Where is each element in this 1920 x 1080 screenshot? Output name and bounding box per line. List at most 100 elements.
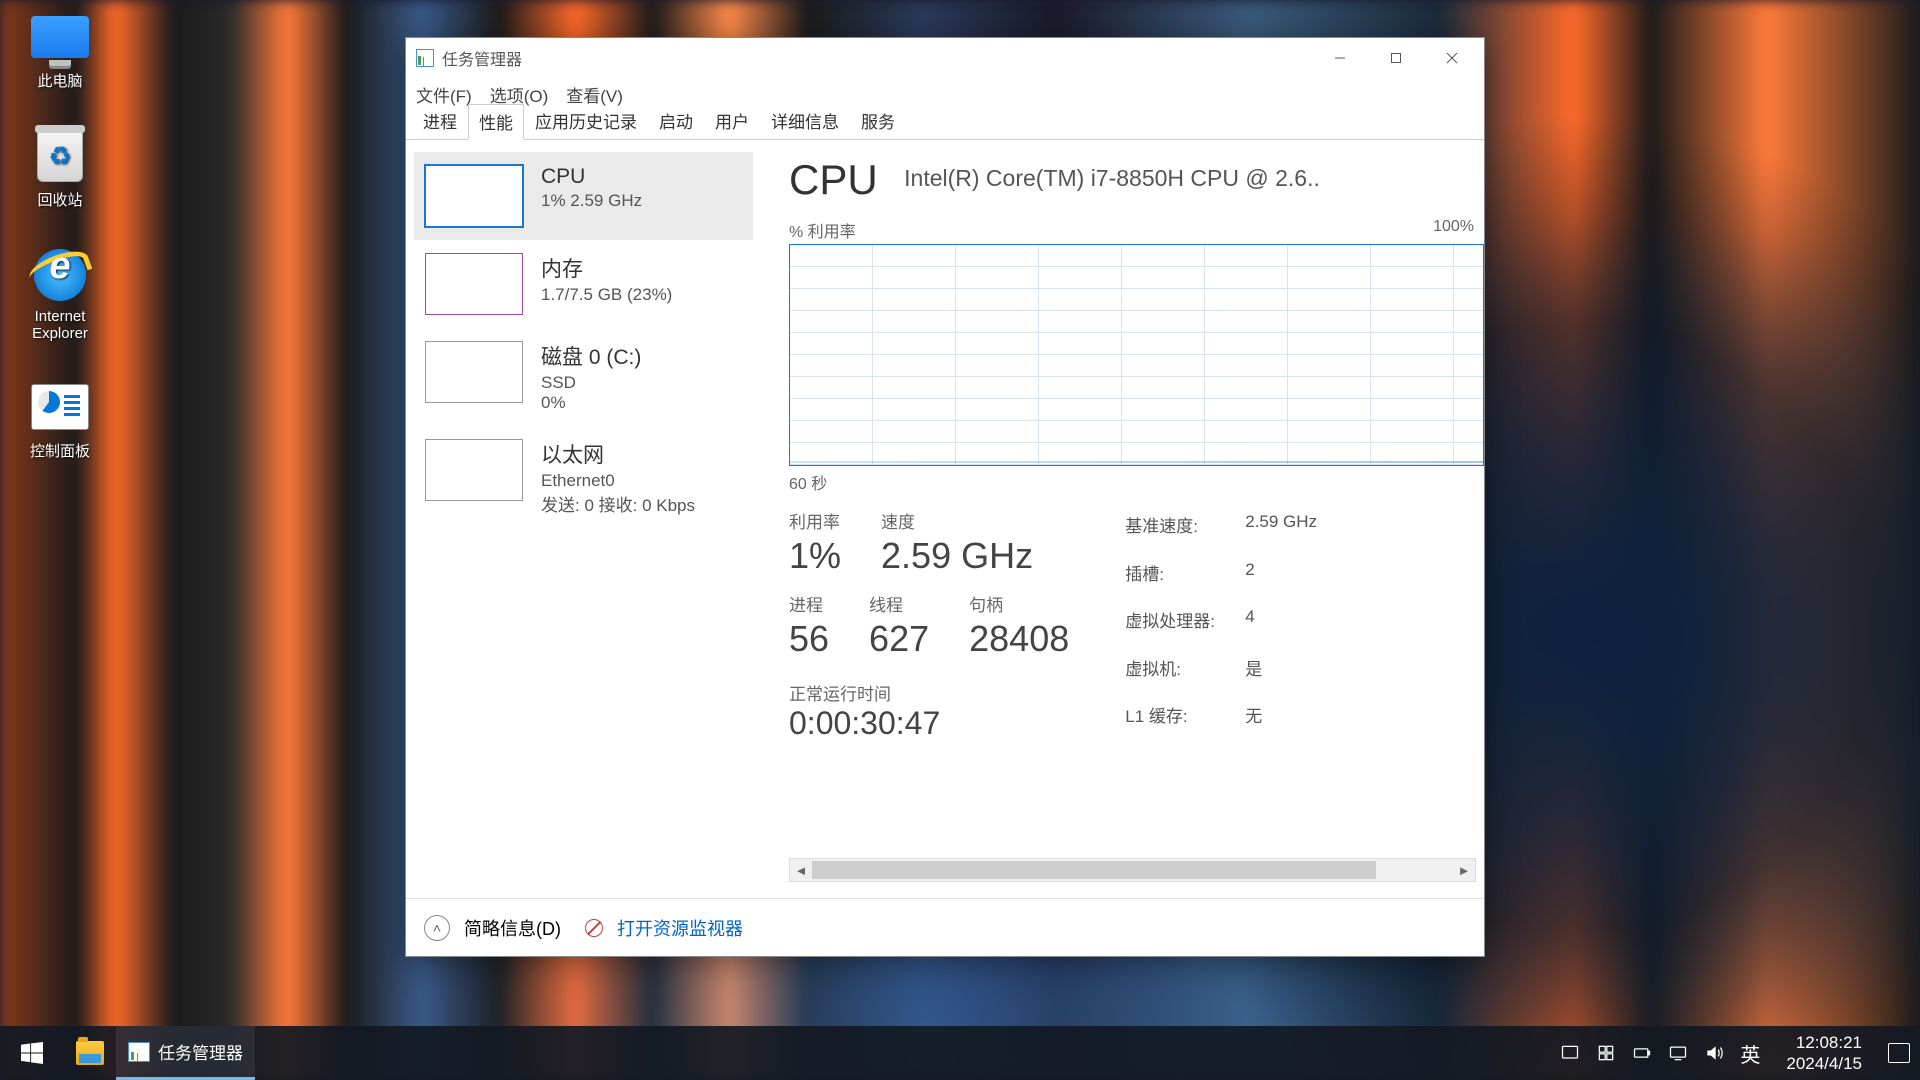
- system-tray: 英 12:08:21 2024/4/15: [1550, 1026, 1920, 1080]
- sidebar-item-ethernet[interactable]: 以太网 Ethernet0 发送: 0 接收: 0 Kbps: [414, 426, 753, 529]
- logical-processors-label: 虚拟处理器:: [1125, 607, 1245, 647]
- chart-x-label: 60 秒: [789, 470, 1484, 494]
- sidebar-item-subtitle: 1.7/7.5 GB (23%): [541, 285, 672, 305]
- tab-app-history[interactable]: 应用历史记录: [524, 103, 648, 139]
- tab-details[interactable]: 详细信息: [760, 103, 850, 139]
- base-speed-value: 2.59 GHz: [1245, 512, 1355, 552]
- handles-value: 28408: [969, 618, 1069, 660]
- titlebar[interactable]: 任务管理器: [406, 38, 1484, 78]
- window-footer: ˄ 简略信息(D) 打开资源监视器: [406, 898, 1484, 956]
- clock-time: 12:08:21: [1786, 1032, 1862, 1053]
- virtual-machine-label: 虚拟机:: [1125, 655, 1245, 695]
- file-explorer-icon: [76, 1041, 104, 1065]
- speed-label: 速度: [881, 508, 1033, 533]
- volume-icon[interactable]: [1704, 1043, 1724, 1063]
- cpu-model-name: Intel(R) Core(TM) i7-8850H CPU @ 2.6..: [904, 165, 1320, 191]
- chevron-up-icon: ˄: [433, 920, 441, 936]
- sidebar-item-cpu[interactable]: CPU 1% 2.59 GHz: [414, 152, 753, 240]
- scrollbar-thumb[interactable]: [812, 861, 1376, 879]
- logical-processors-value: 4: [1245, 607, 1355, 647]
- taskbar-clock[interactable]: 12:08:21 2024/4/15: [1776, 1032, 1872, 1075]
- sidebar-item-subtitle: Ethernet0: [541, 471, 695, 491]
- maximize-button[interactable]: [1368, 38, 1424, 78]
- window-title: 任务管理器: [442, 46, 522, 70]
- taskbar: 任务管理器 英 12:08:21 2024/4/15: [0, 1026, 1920, 1080]
- control-panel-icon: [31, 384, 89, 430]
- tab-users[interactable]: 用户: [704, 103, 760, 139]
- sidebar-item-title: 磁盘 0 (C:): [541, 341, 641, 371]
- desktop-icon-label: Internet Explorer: [10, 308, 110, 342]
- l1-cache-label: L1 缓存:: [1125, 702, 1245, 742]
- fewer-details-label[interactable]: 简略信息(D): [464, 915, 561, 941]
- scroll-right-icon[interactable]: ►: [1453, 863, 1475, 878]
- uptime-value: 0:00:30:47: [789, 705, 1069, 742]
- desktop-icon-label: 控制面板: [10, 440, 110, 461]
- scroll-left-icon[interactable]: ◄: [790, 863, 812, 878]
- virtual-machine-value: 是: [1245, 655, 1355, 695]
- minimize-icon: [1334, 52, 1346, 64]
- cpu-heading: CPU: [789, 156, 878, 204]
- utilization-label: 利用率: [789, 508, 841, 533]
- tab-processes[interactable]: 进程: [412, 103, 468, 139]
- close-button[interactable]: [1424, 38, 1480, 78]
- sidebar-item-subtitle2: 0%: [541, 393, 641, 413]
- task-manager-window: 任务管理器 文件(F) 选项(O) 查看(V) 进程 性能 应用历史记录 启动 …: [405, 37, 1485, 957]
- resource-monitor-icon: [585, 919, 603, 937]
- open-resource-monitor-link[interactable]: 打开资源监视器: [617, 915, 743, 941]
- disk-thumbnail: [425, 341, 523, 403]
- threads-label: 线程: [869, 591, 929, 616]
- taskbar-task-manager[interactable]: 任务管理器: [116, 1026, 255, 1080]
- chart-y-label: % 利用率: [789, 218, 856, 242]
- threads-value: 627: [869, 618, 929, 660]
- taskbar-file-explorer[interactable]: [64, 1026, 116, 1080]
- desktop-icon-recycle-bin[interactable]: 回收站: [10, 129, 110, 210]
- speed-value: 2.59 GHz: [881, 535, 1033, 577]
- processes-value: 56: [789, 618, 829, 660]
- sidebar-item-subtitle: 1% 2.59 GHz: [541, 191, 642, 211]
- sidebar-item-title: 以太网: [541, 439, 695, 469]
- chart-y-max: 100%: [1433, 218, 1474, 242]
- taskbar-item-label: 任务管理器: [158, 1039, 243, 1064]
- cpu-usage-chart: [789, 244, 1484, 466]
- tray-security-icon[interactable]: [1596, 1043, 1616, 1063]
- tray-app-icon[interactable]: [1560, 1043, 1580, 1063]
- ime-indicator[interactable]: 英: [1740, 1039, 1760, 1068]
- cpu-thumbnail: [425, 165, 523, 227]
- desktop-icon-this-pc[interactable]: 此电脑: [10, 10, 110, 91]
- battery-icon[interactable]: [1632, 1043, 1652, 1063]
- desktop-icon-control-panel[interactable]: 控制面板: [10, 380, 110, 461]
- base-speed-label: 基准速度:: [1125, 512, 1245, 552]
- action-center-icon[interactable]: [1888, 1043, 1910, 1063]
- sidebar-item-memory[interactable]: 内存 1.7/7.5 GB (23%): [414, 240, 753, 328]
- desktop-icons: 此电脑 回收站 Internet Explorer 控制面板: [10, 10, 130, 499]
- tab-services[interactable]: 服务: [850, 103, 906, 139]
- sockets-label: 插槽:: [1125, 560, 1245, 600]
- sidebar-item-title: CPU: [541, 165, 642, 189]
- performance-main: CPU Intel(R) Core(TM) i7-8850H CPU @ 2.6…: [761, 140, 1484, 898]
- sidebar-item-subtitle2: 发送: 0 接收: 0 Kbps: [541, 491, 695, 516]
- desktop-icon-label: 此电脑: [10, 70, 110, 91]
- minimize-button[interactable]: [1312, 38, 1368, 78]
- tab-bar: 进程 性能 应用历史记录 启动 用户 详细信息 服务: [406, 110, 1484, 140]
- start-button[interactable]: [0, 1026, 64, 1080]
- tab-performance[interactable]: 性能: [468, 104, 524, 140]
- horizontal-scrollbar[interactable]: ◄ ►: [789, 858, 1476, 882]
- utilization-value: 1%: [789, 535, 841, 577]
- tab-startup[interactable]: 启动: [648, 103, 704, 139]
- windows-icon: [21, 1042, 43, 1064]
- close-icon: [1446, 52, 1458, 64]
- desktop-icon-label: 回收站: [10, 189, 110, 210]
- sidebar-item-title: 内存: [541, 253, 672, 283]
- sidebar-item-disk[interactable]: 磁盘 0 (C:) SSD 0%: [414, 328, 753, 426]
- clock-date: 2024/4/15: [1786, 1053, 1862, 1074]
- uptime-label: 正常运行时间: [789, 680, 1069, 705]
- memory-thumbnail: [425, 253, 523, 315]
- task-manager-icon: [128, 1042, 150, 1062]
- sockets-value: 2: [1245, 560, 1355, 600]
- network-icon[interactable]: [1668, 1043, 1688, 1063]
- recycle-bin-icon: [37, 130, 83, 182]
- l1-cache-value: 无: [1245, 702, 1355, 742]
- cpu-properties: 基准速度:2.59 GHz 插槽:2 虚拟处理器:4 虚拟机:是 L1 缓存:无: [1125, 512, 1355, 742]
- fewer-details-button[interactable]: ˄: [424, 915, 450, 941]
- desktop-icon-ie[interactable]: Internet Explorer: [10, 248, 110, 342]
